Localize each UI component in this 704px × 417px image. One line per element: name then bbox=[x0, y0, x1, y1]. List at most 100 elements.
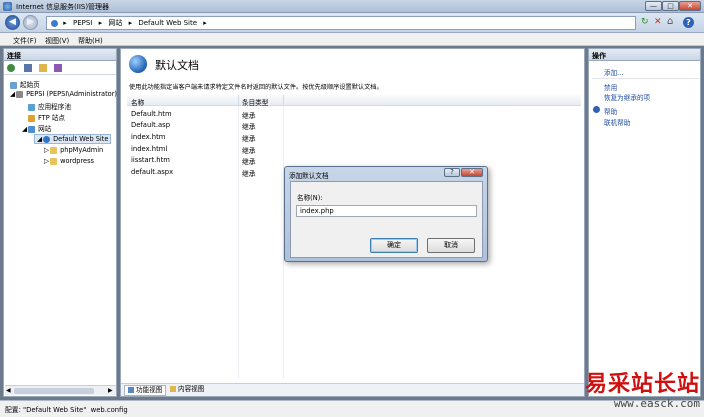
view-tabs: 功能视图 内容视图 bbox=[121, 383, 584, 396]
ftp-icon bbox=[28, 114, 35, 122]
table-row[interactable]: index.htm bbox=[131, 133, 165, 141]
breadcrumb-sep: ▸ bbox=[203, 19, 207, 27]
globe-icon bbox=[129, 55, 147, 73]
cancel-button[interactable]: 取消 bbox=[427, 238, 475, 253]
help-icon bbox=[593, 106, 600, 113]
tree-app-pools[interactable]: 应用程序池 bbox=[28, 101, 71, 111]
tree-ftp-sites[interactable]: FTP 站点 bbox=[28, 112, 65, 122]
app-pool-icon bbox=[28, 103, 35, 111]
app-icon bbox=[3, 2, 12, 11]
dialog-body: 名称(N): index.php 确定 取消 bbox=[290, 181, 483, 258]
table-row-type: 继承 bbox=[242, 123, 256, 131]
table-row[interactable]: Default.htm bbox=[131, 110, 172, 118]
scroll-left-icon[interactable]: ◀ bbox=[6, 387, 11, 394]
tree-phpmyadmin[interactable]: ▷ phpMyAdmin bbox=[44, 146, 103, 154]
tree-start-page[interactable]: 起始页 bbox=[10, 79, 40, 89]
disable-link[interactable]: 禁用 bbox=[604, 82, 617, 92]
save-icon[interactable] bbox=[24, 64, 32, 72]
help-link[interactable]: 帮助 bbox=[604, 106, 617, 116]
table-header: 名称 条目类型 bbox=[127, 95, 581, 107]
scroll-right-icon[interactable]: ▶ bbox=[108, 387, 113, 394]
breadcrumb-default-web-site[interactable]: Default Web Site bbox=[138, 19, 197, 27]
breadcrumb-sep: ▸ bbox=[98, 19, 103, 27]
help-icon[interactable]: ? bbox=[683, 17, 694, 28]
column-divider[interactable] bbox=[283, 95, 284, 106]
column-divider[interactable] bbox=[238, 95, 239, 106]
dialog-close-button[interactable]: ✕ bbox=[461, 168, 483, 177]
table-row[interactable]: Default.asp bbox=[131, 121, 170, 129]
actions-header: 操作 bbox=[589, 49, 700, 61]
dialog-help-button[interactable]: ? bbox=[444, 168, 460, 177]
globe-icon bbox=[43, 135, 51, 143]
connections-toolbar bbox=[4, 61, 116, 75]
connections-header: 连接 bbox=[4, 49, 116, 61]
name-label: 名称(N): bbox=[297, 194, 323, 202]
table-row-type: 继承 bbox=[242, 112, 256, 120]
stop-icon[interactable]: ✕ bbox=[654, 17, 662, 27]
add-link[interactable]: 添加... bbox=[604, 67, 623, 77]
folder-up-icon[interactable] bbox=[39, 64, 47, 72]
breadcrumb-sep: ▸ bbox=[63, 19, 67, 27]
expand-icon[interactable]: ▷ bbox=[44, 146, 49, 154]
online-help-link[interactable]: 联机帮助 bbox=[604, 117, 630, 127]
status-text: 配置: "Default Web Site" web.config bbox=[5, 406, 128, 414]
title-bar: Internet 信息服务(IIS)管理器 — □ ✕ bbox=[0, 0, 704, 13]
tab-content-view[interactable]: 内容视图 bbox=[167, 385, 207, 396]
window-title: Internet 信息服务(IIS)管理器 bbox=[16, 3, 110, 11]
table-row[interactable]: default.aspx bbox=[131, 168, 173, 176]
collapse-icon[interactable]: ◢ bbox=[10, 90, 15, 98]
horizontal-scrollbar[interactable]: ◀ ▶ bbox=[5, 385, 116, 395]
address-bar[interactable]: ▸ PEPSI ▸ 网站 ▸ Default Web Site ▸ bbox=[46, 16, 636, 30]
collapse-icon[interactable]: ◢ bbox=[37, 135, 42, 143]
server-icon bbox=[16, 90, 24, 98]
column-name-header[interactable]: 名称 bbox=[131, 97, 144, 107]
breadcrumb-pepsi[interactable]: PEPSI bbox=[73, 19, 92, 27]
name-input[interactable]: index.php bbox=[296, 205, 477, 217]
watermark-text: 易采站长站 bbox=[584, 371, 700, 397]
tree-wordpress[interactable]: ▷ wordpress bbox=[44, 157, 94, 165]
table-row-type: 继承 bbox=[242, 135, 256, 143]
scroll-thumb[interactable] bbox=[14, 388, 94, 394]
tree-server[interactable]: ◢ PEPSI (PEPSI\Administrator) bbox=[10, 90, 117, 98]
column-type-header[interactable]: 条目类型 bbox=[242, 97, 268, 107]
watermark-url: www.easck.com bbox=[613, 397, 700, 410]
table-row-type: 继承 bbox=[242, 170, 256, 178]
back-button[interactable]: ◀ bbox=[5, 15, 20, 30]
connect-server-icon[interactable] bbox=[54, 64, 62, 72]
navigation-bar: ◀ ▶ ▸ PEPSI ▸ 网站 ▸ Default Web Site ▸ ↻ … bbox=[0, 13, 704, 33]
sites-icon bbox=[28, 125, 36, 133]
content-view-icon bbox=[170, 386, 176, 392]
maximize-button[interactable]: □ bbox=[662, 1, 679, 11]
forward-button[interactable]: ▶ bbox=[23, 15, 38, 30]
table-row-type: 继承 bbox=[242, 147, 256, 155]
refresh-icon[interactable]: ↻ bbox=[641, 17, 649, 27]
name-input-value: index.php bbox=[300, 207, 334, 215]
menu-view[interactable]: 视图(V) bbox=[45, 36, 69, 46]
menu-file[interactable]: 文件(F) bbox=[13, 36, 37, 46]
menu-help[interactable]: 帮助(H) bbox=[78, 36, 103, 46]
table-row[interactable]: iisstart.htm bbox=[131, 156, 170, 164]
table-row-type: 继承 bbox=[242, 158, 256, 166]
status-bar: 配置: "Default Web Site" web.config bbox=[0, 400, 704, 417]
connect-icon[interactable] bbox=[7, 64, 15, 72]
breadcrumb-sep: ▸ bbox=[128, 19, 133, 27]
close-button[interactable]: ✕ bbox=[679, 1, 701, 11]
ok-button[interactable]: 确定 bbox=[370, 238, 418, 253]
expand-icon[interactable]: ▷ bbox=[44, 157, 49, 165]
actions-pane: 操作 添加... 禁用 恢复为继承的项 帮助 联机帮助 bbox=[588, 48, 701, 397]
breadcrumb-sites[interactable]: 网站 bbox=[108, 19, 122, 27]
tab-feature-view[interactable]: 功能视图 bbox=[124, 385, 167, 396]
dialog-title: 添加默认文档 bbox=[289, 172, 329, 180]
tree-default-web-site[interactable]: ◢ Default Web Site bbox=[34, 134, 112, 144]
collapse-icon[interactable]: ◢ bbox=[22, 125, 27, 133]
home-icon[interactable]: ⌂ bbox=[667, 16, 673, 27]
folder-icon bbox=[50, 146, 58, 154]
table-row[interactable]: index.html bbox=[131, 145, 167, 153]
page-title: 默认文档 bbox=[155, 59, 199, 72]
add-default-document-dialog: 添加默认文档 ? ✕ 名称(N): index.php 确定 取消 bbox=[284, 166, 488, 262]
revert-link[interactable]: 恢复为继承的项 bbox=[604, 92, 650, 102]
tree-sites[interactable]: ◢ 网站 bbox=[22, 123, 51, 133]
page-description: 使用此功能指定当客户端未请求特定文件名时返回的默认文件。按优先级顺序设置默认文档… bbox=[129, 84, 383, 91]
folder-icon bbox=[50, 157, 58, 165]
minimize-button[interactable]: — bbox=[645, 1, 662, 11]
